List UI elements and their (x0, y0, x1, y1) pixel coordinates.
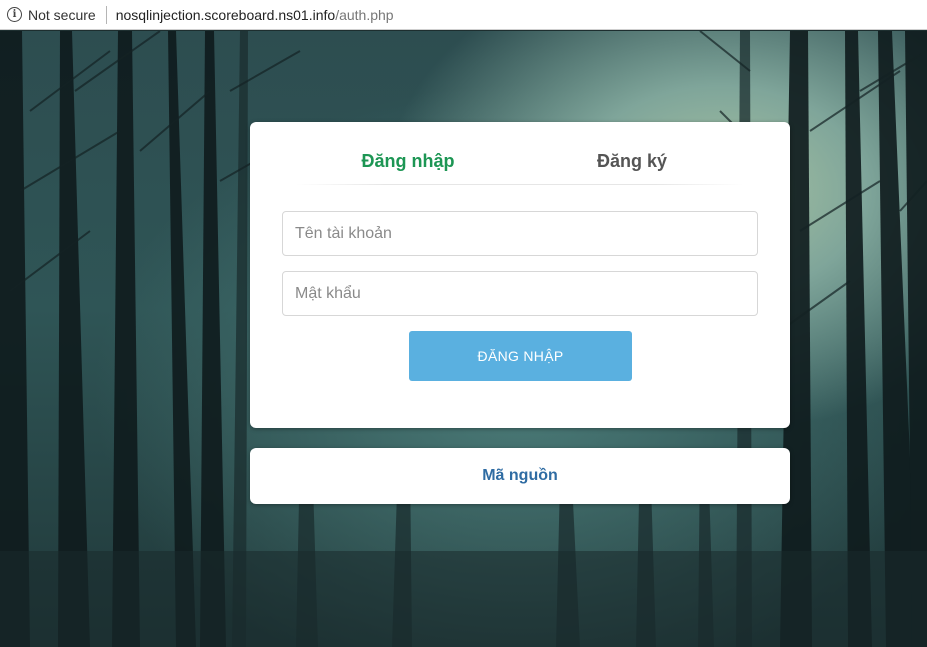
info-icon[interactable]: i (7, 7, 22, 22)
url-path[interactable]: /auth.php (335, 7, 393, 23)
auth-tabs: Đăng nhập Đăng ký (296, 142, 744, 185)
tab-login[interactable]: Đăng nhập (296, 142, 520, 185)
address-separator (105, 5, 107, 24)
security-label[interactable]: Not secure (28, 7, 96, 23)
login-button[interactable]: ĐĂNG NHẬP (409, 331, 632, 381)
source-card: Mã nguồn (250, 448, 790, 504)
tab-register[interactable]: Đăng ký (520, 142, 744, 185)
address-bar[interactable]: i Not secure nosqlinjection.scoreboard.n… (0, 0, 927, 30)
password-input[interactable] (282, 271, 758, 316)
username-input[interactable] (282, 211, 758, 256)
url-host[interactable]: nosqlinjection.scoreboard.ns01.info (116, 7, 335, 23)
source-code-link[interactable]: Mã nguồn (482, 467, 558, 485)
tab-divider (296, 184, 744, 185)
login-card: Đăng nhập Đăng ký ĐĂNG NHẬP (250, 122, 790, 428)
